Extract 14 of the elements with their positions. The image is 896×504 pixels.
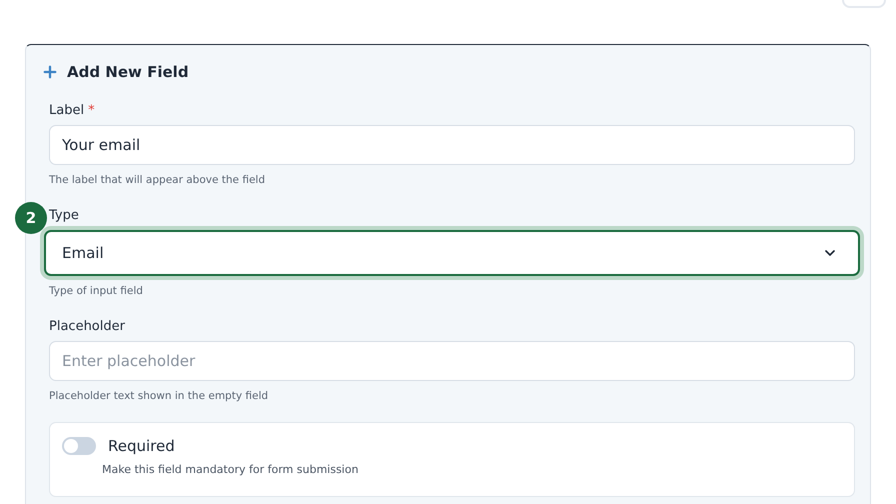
- toggle-label: Required: [108, 437, 175, 455]
- toggle-description: Make this field mandatory for form submission: [102, 463, 360, 476]
- card-title: Add New Field: [67, 63, 189, 81]
- toggle-switch[interactable]: [62, 437, 96, 455]
- help-text: The label that will appear above the field: [49, 174, 266, 186]
- help-text: Placeholder text shown in the empty field: [49, 390, 270, 402]
- help-text: Type of input field: [49, 285, 144, 297]
- required-mark: *: [88, 103, 95, 118]
- step-badge: 2: [15, 202, 47, 234]
- field-label: Placeholder: [49, 319, 125, 334]
- plus-icon: [41, 63, 59, 81]
- field-label: Type: [49, 208, 79, 223]
- field-label: Label: [49, 103, 84, 118]
- input-field[interactable]: Your email: [49, 125, 855, 165]
